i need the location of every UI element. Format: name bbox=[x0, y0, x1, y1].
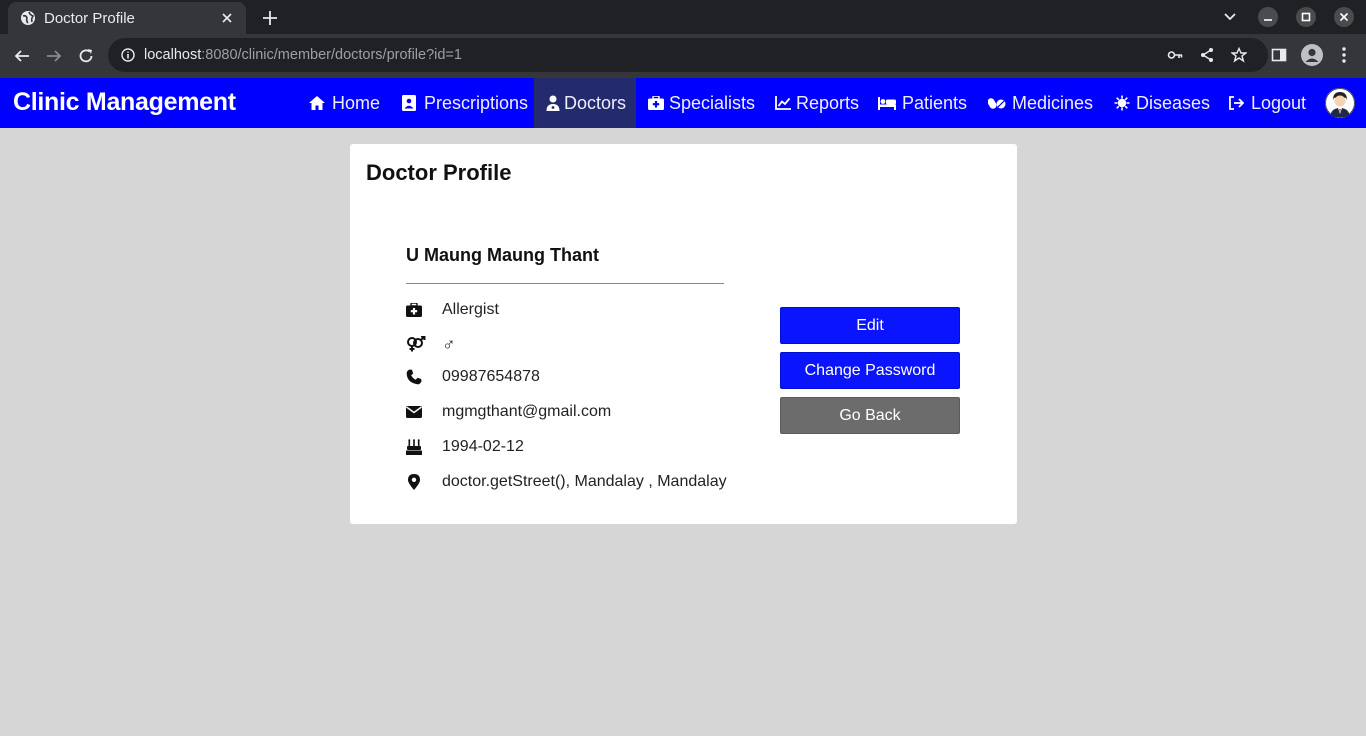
nav-doctors[interactable]: Doctors bbox=[534, 78, 636, 128]
menu-icon[interactable] bbox=[1331, 42, 1357, 68]
nav-patients[interactable]: Patients bbox=[878, 78, 967, 128]
envelope-icon bbox=[406, 404, 422, 420]
address-value: doctor.getStreet(), Mandalay , Mandalay bbox=[442, 473, 727, 490]
name-divider bbox=[406, 283, 724, 284]
browser-tabstrip: Doctor Profile bbox=[0, 0, 1366, 34]
doctor-name: U Maung Maung Thant bbox=[406, 245, 599, 265]
close-tab-icon[interactable] bbox=[218, 9, 236, 27]
doctor-profile-card: Doctor Profile U Maung Maung Thant Aller… bbox=[350, 144, 1017, 524]
gender-value: ♂ bbox=[442, 333, 456, 354]
forward-icon[interactable] bbox=[41, 43, 67, 69]
app-navbar: Clinic Management Home Prescriptions Doc… bbox=[0, 78, 1366, 128]
logout-icon bbox=[1227, 94, 1245, 112]
profile-icon[interactable] bbox=[1299, 42, 1325, 68]
birthday-value: 1994-02-12 bbox=[442, 438, 524, 455]
birthday-row: 1994-02-12 bbox=[406, 436, 524, 458]
nav-specialists-label: Specialists bbox=[669, 92, 756, 113]
pills-icon bbox=[988, 94, 1006, 112]
bed-icon bbox=[878, 94, 896, 112]
close-window-icon[interactable] bbox=[1331, 4, 1357, 30]
nav-diseases[interactable]: Diseases bbox=[1113, 78, 1210, 128]
key-icon[interactable] bbox=[1166, 46, 1184, 64]
maximize-icon[interactable] bbox=[1293, 4, 1319, 30]
gender-row: ♂ bbox=[406, 333, 456, 355]
nav-patients-label: Patients bbox=[902, 92, 968, 113]
tab-search-icon[interactable] bbox=[1217, 4, 1243, 30]
new-tab-icon[interactable] bbox=[258, 6, 282, 30]
minimize-icon[interactable] bbox=[1255, 4, 1281, 30]
nav-specialists[interactable]: Specialists bbox=[647, 78, 755, 128]
nav-medicines[interactable]: Medicines bbox=[988, 78, 1093, 128]
browser-tab[interactable]: Doctor Profile bbox=[8, 2, 246, 34]
prescription-icon bbox=[400, 94, 418, 112]
map-marker-icon bbox=[406, 474, 422, 490]
venus-mars-icon bbox=[406, 336, 426, 352]
medkit-icon bbox=[647, 94, 665, 112]
specialty-row: Allergist bbox=[406, 299, 499, 321]
reload-icon[interactable] bbox=[73, 43, 99, 69]
nav-home-label: Home bbox=[332, 92, 381, 113]
home-icon bbox=[308, 94, 326, 112]
share-icon[interactable] bbox=[1198, 46, 1216, 64]
nav-medicines-label: Medicines bbox=[1012, 92, 1094, 113]
chart-line-icon bbox=[774, 94, 792, 112]
user-avatar[interactable] bbox=[1325, 88, 1355, 118]
brand-title[interactable]: Clinic Management bbox=[13, 88, 236, 117]
virus-icon bbox=[1113, 94, 1131, 112]
phone-row: 09987654878 bbox=[406, 366, 540, 388]
email-value: mgmgthant@gmail.com bbox=[442, 403, 612, 420]
address-bar[interactable]: localhost:8080/clinic/member/doctors/pro… bbox=[108, 38, 1268, 72]
nav-doctors-label: Doctors bbox=[563, 92, 626, 113]
edit-button[interactable]: Edit bbox=[780, 307, 960, 344]
nav-reports-label: Reports bbox=[796, 92, 860, 113]
go-back-button[interactable]: Go Back bbox=[780, 397, 960, 434]
site-info-icon[interactable] bbox=[120, 47, 136, 63]
address-row: doctor.getStreet(), Mandalay , Mandalay bbox=[406, 471, 727, 493]
bookmark-star-icon[interactable] bbox=[1230, 46, 1248, 64]
phone-value: 09987654878 bbox=[442, 368, 540, 385]
nav-reports[interactable]: Reports bbox=[774, 78, 859, 128]
side-panel-icon[interactable] bbox=[1266, 42, 1292, 68]
medkit-icon bbox=[406, 302, 422, 318]
phone-icon bbox=[406, 369, 422, 385]
email-row: mgmgthant@gmail.com bbox=[406, 401, 611, 423]
nav-logout[interactable]: Logout bbox=[1227, 78, 1306, 128]
nav-home[interactable]: Home bbox=[308, 78, 380, 128]
back-icon[interactable] bbox=[9, 43, 35, 69]
specialty-value: Allergist bbox=[442, 301, 499, 318]
doctor-icon bbox=[544, 94, 562, 112]
birthday-cake-icon bbox=[406, 439, 422, 455]
nav-logout-label: Logout bbox=[1251, 92, 1307, 113]
url-host: localhost bbox=[144, 47, 202, 63]
change-password-button[interactable]: Change Password bbox=[780, 352, 960, 389]
page-title: Doctor Profile bbox=[366, 160, 512, 185]
globe-icon bbox=[20, 10, 36, 26]
url-path: :8080/clinic/member/doctors/profile?id=1 bbox=[201, 47, 462, 63]
nav-diseases-label: Diseases bbox=[1136, 92, 1211, 113]
nav-prescriptions[interactable]: Prescriptions bbox=[400, 78, 528, 128]
tab-title: Doctor Profile bbox=[44, 9, 135, 27]
nav-prescriptions-label: Prescriptions bbox=[424, 92, 529, 113]
